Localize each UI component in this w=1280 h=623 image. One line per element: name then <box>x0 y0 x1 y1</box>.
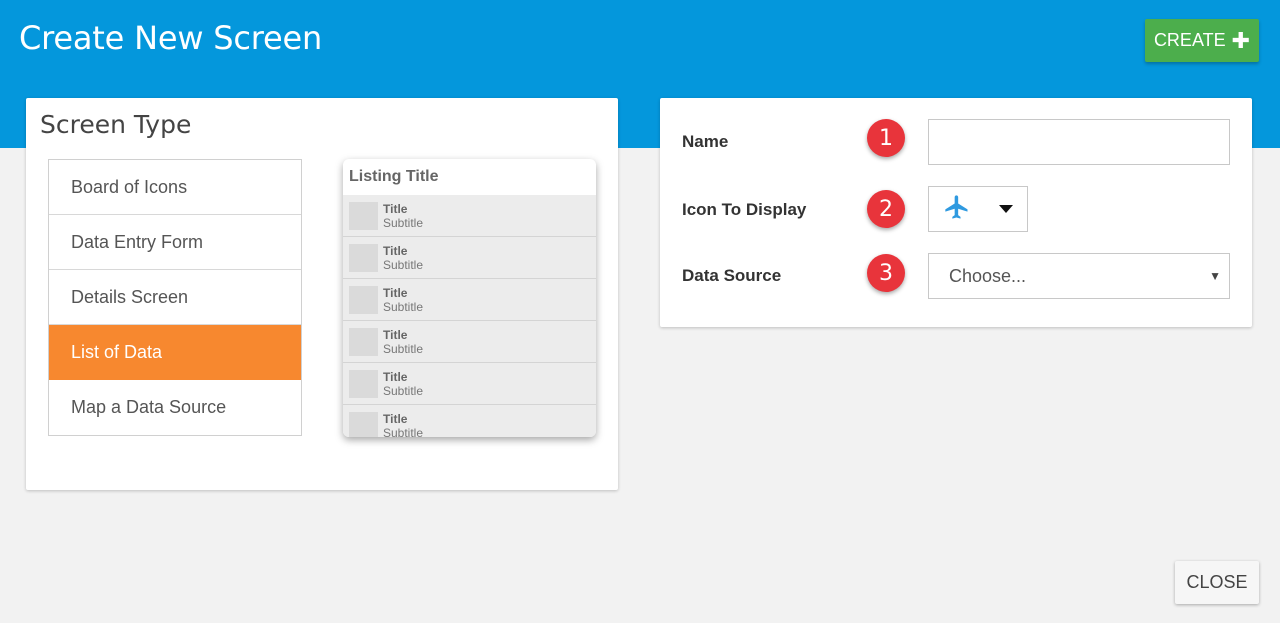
step-1-badge: 1 <box>867 119 905 157</box>
preview-thumbnail <box>349 327 378 356</box>
preview-list-item: Title Subtitle <box>343 237 596 279</box>
preview-thumbnail <box>349 369 378 398</box>
close-button[interactable]: CLOSE <box>1175 561 1259 604</box>
screen-type-map-a-data-source[interactable]: Map a Data Source <box>49 380 301 435</box>
screen-type-label: List of Data <box>71 341 163 362</box>
screen-type-label: Details Screen <box>71 286 189 307</box>
screen-type-label: Board of Icons <box>71 176 188 197</box>
screen-type-list-of-data[interactable]: List of Data <box>49 325 301 380</box>
preview-thumbnail <box>349 201 378 230</box>
step-2-badge: 2 <box>867 190 905 228</box>
preview-list-item: Title Subtitle <box>343 195 596 237</box>
data-source-select[interactable]: Choose... ▼ <box>928 253 1230 299</box>
screen-type-card: Screen Type Board of Icons Data Entry Fo… <box>26 98 618 490</box>
preview-item-title: Title <box>383 369 408 384</box>
preview-item-title: Title <box>383 327 408 342</box>
icon-to-display-label: Icon To Display <box>682 200 807 219</box>
close-button-label: CLOSE <box>1186 572 1248 592</box>
preview-list-item: Title Subtitle <box>343 405 596 437</box>
page-title: Create New Screen <box>19 19 323 57</box>
preview-item-title: Title <box>383 201 408 216</box>
screen-type-details-screen[interactable]: Details Screen <box>49 270 301 325</box>
screen-preview: Listing Title Title Subtitle Title Subti… <box>343 159 596 437</box>
data-source-value: Choose... <box>949 265 1027 286</box>
create-button-label: CREATE <box>1153 30 1226 50</box>
screen-type-data-entry-form[interactable]: Data Entry Form <box>49 215 301 270</box>
preview-item-subtitle: Subtitle <box>383 257 424 272</box>
name-input[interactable] <box>928 119 1230 165</box>
chevron-down-icon <box>999 205 1013 213</box>
name-label: Name <box>682 132 729 151</box>
preview-item-title: Title <box>383 243 408 258</box>
screen-type-board-of-icons[interactable]: Board of Icons <box>49 160 301 215</box>
preview-item-subtitle: Subtitle <box>383 341 424 356</box>
screen-type-label: Map a Data Source <box>71 397 227 417</box>
create-button[interactable]: CREATE ✚ <box>1145 19 1259 62</box>
airplane-icon <box>943 193 971 226</box>
preview-thumbnail <box>349 411 378 437</box>
icon-picker-dropdown[interactable] <box>928 186 1028 232</box>
screen-type-title: Screen Type <box>40 110 192 139</box>
preview-list-item: Title Subtitle <box>343 363 596 405</box>
preview-thumbnail <box>349 243 378 272</box>
screen-settings-card: Name 1 Icon To Display 2 Data Source 3 C… <box>660 98 1252 327</box>
preview-listing-title: Listing Title <box>349 168 439 185</box>
preview-item-subtitle: Subtitle <box>383 215 424 230</box>
plus-icon: ✚ <box>1231 27 1251 53</box>
screen-type-list: Board of Icons Data Entry Form Details S… <box>48 159 302 436</box>
data-source-label: Data Source <box>682 266 782 285</box>
screen-type-label: Data Entry Form <box>71 231 204 252</box>
step-3-badge: 3 <box>867 254 905 292</box>
preview-list-item: Title Subtitle <box>343 321 596 363</box>
preview-item-title: Title <box>383 285 408 300</box>
preview-item-subtitle: Subtitle <box>383 299 424 314</box>
preview-item-subtitle: Subtitle <box>383 383 424 398</box>
select-arrow-icon: ▼ <box>1209 269 1221 283</box>
preview-thumbnail <box>349 285 378 314</box>
preview-item-subtitle: Subtitle <box>383 425 424 438</box>
preview-list-item: Title Subtitle <box>343 279 596 321</box>
preview-item-title: Title <box>383 411 408 426</box>
